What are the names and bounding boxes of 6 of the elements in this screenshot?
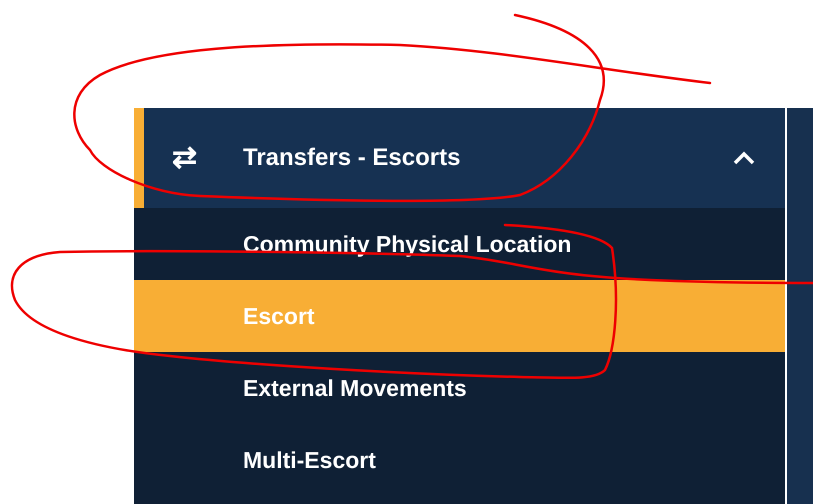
chevron-up-icon <box>733 151 755 165</box>
menu-section-header[interactable]: ⇄ Transfers - Escorts <box>134 108 785 208</box>
swap-arrows-icon: ⇄ <box>172 143 206 173</box>
menu-item[interactable]: Multi-Escort <box>134 424 785 496</box>
section-label: Transfers - Escorts <box>243 144 460 172</box>
menu-item[interactable]: External Movements <box>134 352 785 424</box>
